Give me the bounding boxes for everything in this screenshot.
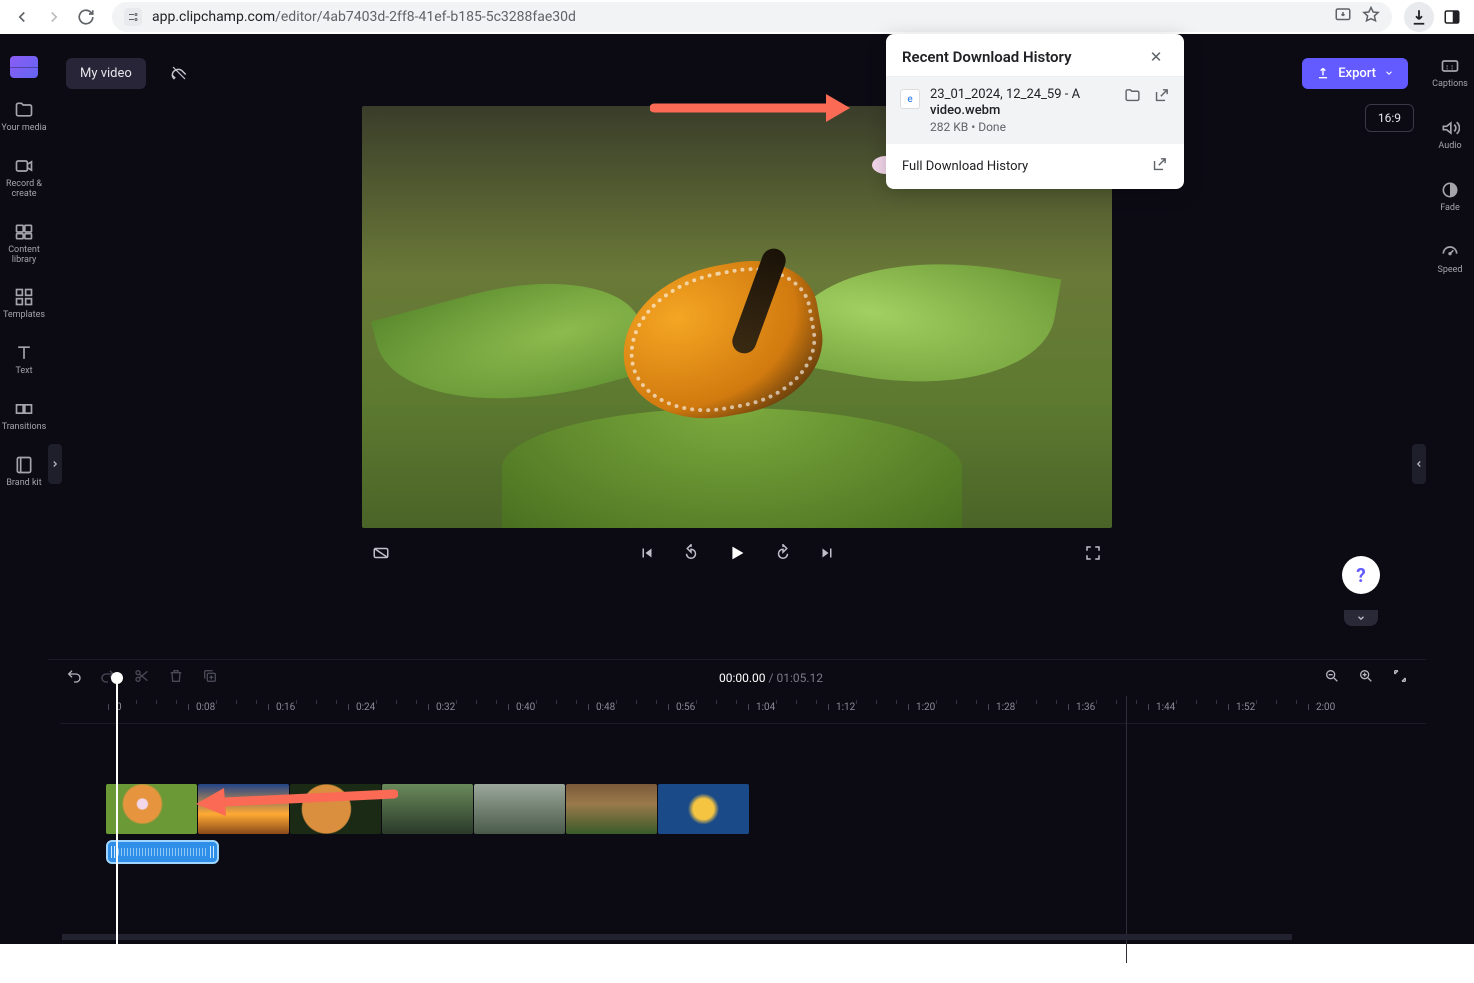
annotation-arrow	[188, 778, 398, 822]
sidebar-label: Text	[15, 367, 32, 377]
download-item[interactable]: e 23_01_2024, 12_24_59 - A video.webm 28…	[886, 76, 1184, 144]
address-bar[interactable]: app.clipchamp.com/editor/4ab7403d-2ff8-4…	[112, 2, 1392, 32]
sidebar-item-content-library[interactable]: Content library	[0, 222, 48, 266]
ruler-tick: 1:04	[756, 702, 775, 713]
timecode: 00:00.00 / 01:05.12	[719, 671, 823, 685]
install-app-icon[interactable]	[1334, 6, 1352, 28]
browser-reload-button[interactable]	[72, 3, 100, 31]
browser-back-button[interactable]	[8, 3, 36, 31]
clip-thumbnail[interactable]	[106, 784, 197, 834]
ruler-tick: 0:40	[516, 702, 535, 713]
delete-button[interactable]	[168, 668, 184, 688]
full-download-history-link[interactable]: Full Download History	[902, 159, 1028, 174]
sidebar-label: Transitions	[2, 423, 47, 433]
hide-preview-icon[interactable]	[372, 544, 390, 566]
zoom-in-button[interactable]	[1358, 668, 1374, 688]
visibility-icon[interactable]	[170, 64, 188, 82]
export-label: Export	[1338, 66, 1376, 81]
sidebar-label: Your media	[1, 124, 46, 134]
download-filename: 23_01_2024, 12_24_59 - A video.webm	[930, 87, 1114, 118]
url-text: app.clipchamp.com/editor/4ab7403d-2ff8-4…	[152, 9, 576, 25]
ruler-tick: 1:52	[1236, 702, 1255, 713]
clip-thumbnail[interactable]	[474, 784, 565, 834]
clip-trim-handle-right[interactable]	[210, 846, 214, 858]
ruler-tick: 1:28	[996, 702, 1015, 713]
ruler-tick: 0:08	[196, 702, 215, 713]
timeline-ruler[interactable]: 00:080:160:240:320:400:480:561:041:121:2…	[60, 696, 1426, 724]
clip-trim-handle-left[interactable]	[111, 846, 115, 858]
sidebar-label: Content library	[0, 246, 48, 266]
help-button[interactable]: ?	[1342, 556, 1380, 594]
fit-timeline-button[interactable]	[1392, 668, 1408, 688]
sidebar-item-fade[interactable]: Fade	[1426, 180, 1474, 214]
expand-right-panel-button[interactable]	[1412, 444, 1426, 484]
open-external-icon[interactable]	[1151, 156, 1168, 177]
ruler-tick: 1:44	[1156, 702, 1175, 713]
ruler-tick: 1:36	[1076, 702, 1095, 713]
skip-start-icon[interactable]	[638, 544, 656, 566]
audio-waveform	[118, 848, 207, 856]
sidebar-item-audio[interactable]: Audio	[1426, 118, 1474, 152]
sidebar-label: Record & create	[0, 180, 48, 200]
sidebar-item-transitions[interactable]: Transitions	[0, 399, 48, 433]
sidebar-item-captions[interactable]: Captions	[1426, 56, 1474, 90]
ruler-tick: 0:32	[436, 702, 455, 713]
ruler-tick: 2:00	[1316, 702, 1335, 713]
file-type-icon: e	[900, 89, 920, 109]
clip-thumbnail[interactable]	[658, 784, 749, 834]
ruler-tick: 0:24	[356, 702, 375, 713]
clipchamp-logo-icon	[10, 56, 38, 78]
sidebar-label: Fade	[1440, 204, 1460, 214]
sidebar-label: Audio	[1438, 142, 1461, 152]
sidebar-item-record-create[interactable]: Record & create	[0, 156, 48, 200]
downloads-button[interactable]	[1404, 2, 1434, 32]
downloads-popup: Recent Download History ✕ e 23_01_2024, …	[886, 34, 1184, 189]
sidebar-item-your-media[interactable]: Your media	[0, 100, 48, 134]
sidebar-item-text[interactable]: Text	[0, 343, 48, 377]
undo-button[interactable]	[66, 668, 82, 688]
ruler-tick: 1:20	[916, 702, 935, 713]
skip-end-icon[interactable]	[818, 544, 836, 566]
timeline-scrollbar[interactable]	[62, 934, 1292, 940]
playhead[interactable]	[116, 678, 118, 983]
download-meta: 282 KB • Done	[930, 120, 1114, 134]
bookmark-star-icon[interactable]	[1362, 6, 1380, 28]
open-folder-icon[interactable]	[1124, 87, 1141, 108]
project-title-button[interactable]: My video	[66, 58, 146, 89]
sidebar-item-brand-kit[interactable]: Brand kit	[0, 455, 48, 489]
expand-left-panel-button[interactable]	[48, 444, 62, 484]
downloads-popup-title: Recent Download History	[902, 48, 1072, 66]
zoom-out-button[interactable]	[1324, 668, 1340, 688]
open-external-icon[interactable]	[1153, 87, 1170, 108]
sidebar-item-speed[interactable]: Speed	[1426, 242, 1474, 276]
sidebar-label: Captions	[1432, 80, 1468, 90]
play-button[interactable]	[726, 542, 748, 568]
forward-icon[interactable]	[774, 544, 792, 566]
sidebar-label: Speed	[1437, 266, 1462, 276]
export-button[interactable]: Export	[1302, 58, 1408, 89]
fullscreen-icon[interactable]	[1084, 544, 1102, 566]
site-settings-icon[interactable]	[124, 8, 142, 26]
ruler-tick: 1:12	[836, 702, 855, 713]
rewind-icon[interactable]	[682, 544, 700, 566]
sidebar-label: Templates	[3, 311, 45, 321]
split-button[interactable]	[134, 668, 150, 688]
aspect-ratio-button[interactable]: 16:9	[1365, 104, 1414, 132]
timeline-tracks[interactable]	[48, 724, 1426, 944]
ruler-tick: 0:48	[596, 702, 615, 713]
annotation-arrow	[650, 94, 850, 134]
audio-clip[interactable]	[106, 840, 219, 864]
ruler-tick: 0:16	[276, 702, 295, 713]
ruler-tick: 0:56	[676, 702, 695, 713]
sidebar-item-templates[interactable]: Templates	[0, 287, 48, 321]
duplicate-button[interactable]	[202, 668, 218, 688]
browser-forward-button[interactable]	[40, 3, 68, 31]
side-panel-icon[interactable]	[1438, 3, 1466, 31]
close-icon[interactable]: ✕	[1144, 48, 1168, 66]
clip-thumbnail[interactable]	[566, 784, 657, 834]
collapse-help-icon[interactable]	[1344, 610, 1378, 626]
sidebar-label: Brand kit	[6, 479, 41, 489]
